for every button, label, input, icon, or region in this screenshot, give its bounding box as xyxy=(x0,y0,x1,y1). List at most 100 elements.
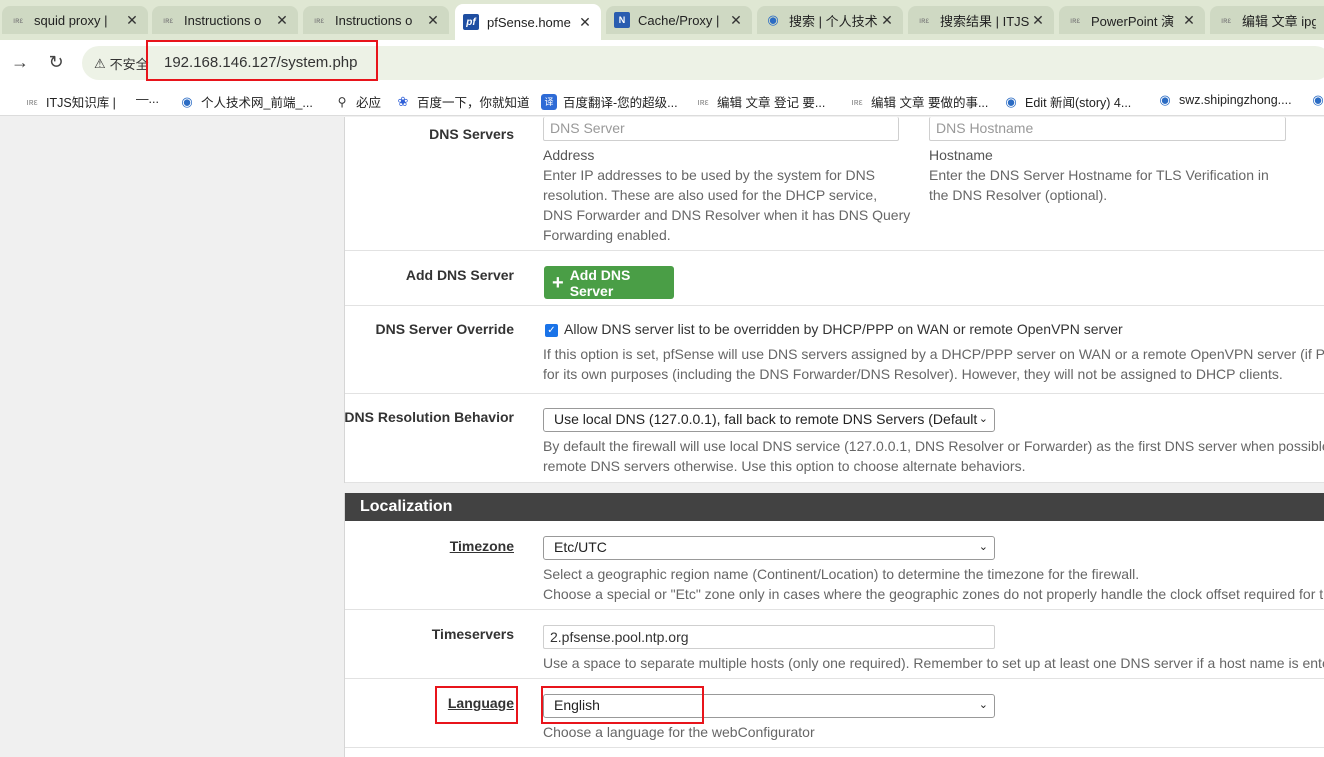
bookmark-item[interactable]: ıʀε 编辑 文章 登记 要... xyxy=(695,92,825,111)
translate-icon: 译 xyxy=(541,93,557,110)
dns-resolution-help: By default the firewall will use local D… xyxy=(543,436,1324,476)
pfsense-favicon-icon: pf xyxy=(463,14,479,30)
bookmark-label: swz.shipingzhong.... xyxy=(1179,93,1292,107)
browser-tab[interactable]: ıʀε 编辑 文章 ipgu xyxy=(1210,6,1324,34)
globe-icon: ◉ xyxy=(1312,92,1324,107)
itjs-favicon-icon: ıʀε xyxy=(162,15,174,25)
timezone-row: Timezone Etc/UTC ⌄ Select a geographic r… xyxy=(345,521,1324,610)
bookmark-item[interactable]: ◉ 个人技术网_前端_... xyxy=(179,92,313,111)
bookmark-label: —... xyxy=(136,92,159,106)
dns-resolution-label: DNS Resolution Behavior xyxy=(344,409,514,425)
dns-resolution-select[interactable]: Use local DNS (127.0.0.1), fall back to … xyxy=(543,408,995,432)
close-tab-icon[interactable]: ✕ xyxy=(425,12,441,29)
add-dns-server-button[interactable]: + Add DNS Server xyxy=(544,266,674,299)
dns-resolution-selected: Use local DNS (127.0.0.1), fall back to … xyxy=(554,411,978,427)
timezone-select[interactable]: Etc/UTC ⌄ xyxy=(543,536,995,560)
timeservers-input[interactable]: 2.pfsense.pool.ntp.org xyxy=(543,625,995,649)
bookmark-item[interactable]: ıʀε 编辑 文章 要做的事... xyxy=(849,92,988,111)
browser-tab[interactable]: ıʀε PowerPoint 演 ✕ xyxy=(1059,6,1205,34)
tab-title: Cache/Proxy | xyxy=(638,12,720,28)
dns-hostname-input[interactable]: DNS Hostname xyxy=(929,117,1286,141)
bookmark-item[interactable]: ◉ Edit 新闻(story) 4... xyxy=(1003,92,1131,111)
browser-tab-strip: ıʀε squid proxy | ✕ ıʀε Instructions o ✕… xyxy=(0,0,1324,40)
bookmark-label: 百度翻译-您的超级... xyxy=(563,96,678,110)
address-help-text: Enter IP addresses to be used by the sys… xyxy=(543,165,913,245)
browser-tab[interactable]: ıʀε 搜索结果 | ITJS ✕ xyxy=(908,6,1054,34)
bookmark-item[interactable]: ◉ xyxy=(1310,92,1324,108)
tab-title: Instructions o xyxy=(335,12,413,28)
language-select-highlight-box xyxy=(541,686,704,724)
itjs-favicon-icon: ıʀε xyxy=(313,15,325,25)
chevron-down-icon: ⌄ xyxy=(978,699,988,711)
dns-override-checkbox[interactable]: ✓ xyxy=(545,324,558,337)
security-indicator[interactable]: ⚠ 不安全 xyxy=(94,54,149,73)
bookmark-label: Edit 新闻(story) 4... xyxy=(1025,96,1132,110)
forward-arrow-icon[interactable]: → xyxy=(9,52,31,73)
bookmark-label: 百度一下，你就知道 xyxy=(417,96,530,110)
browser-tab-active[interactable]: pf pfSense.home ✕ xyxy=(455,4,601,40)
close-tab-icon[interactable]: ✕ xyxy=(577,14,593,31)
itjs-favicon-icon: ıʀε xyxy=(851,96,863,107)
bookmark-item[interactable]: —... xyxy=(136,92,159,106)
add-dns-server-label: Add DNS Server xyxy=(405,267,514,283)
hostname-caption: Hostname xyxy=(929,147,993,163)
close-tab-icon[interactable]: ✕ xyxy=(1181,12,1197,29)
plus-icon: + xyxy=(552,271,564,294)
security-label: 不安全 xyxy=(109,57,149,72)
help-line: Forwarding enabled. xyxy=(543,227,671,243)
bookmark-item[interactable]: 译 百度翻译-您的超级... xyxy=(541,92,678,111)
bookmark-item[interactable]: ıʀε ITJS知识库 | xyxy=(24,92,116,111)
tab-title: pfSense.home xyxy=(487,14,571,30)
localization-section-header: Localization xyxy=(345,493,1324,521)
itjs-favicon-icon: ıʀε xyxy=(1220,15,1232,25)
help-line: Enter IP addresses to be used by the sys… xyxy=(543,167,876,183)
help-line: Select a geographic region name (Contine… xyxy=(543,566,1140,582)
bookmark-item[interactable]: ⚲ 必应 xyxy=(334,92,381,111)
browser-tab[interactable]: ıʀε Instructions o ✕ xyxy=(303,6,449,34)
add-dns-server-row: Add DNS Server + Add DNS Server xyxy=(345,251,1324,306)
tab-title: PowerPoint 演 xyxy=(1091,13,1175,29)
dns-override-checkbox-label[interactable]: Allow DNS server list to be overridden b… xyxy=(564,321,1123,337)
bookmark-item[interactable]: ❀ 百度一下，你就知道 xyxy=(395,92,530,111)
dns-servers-row: DNS Servers DNS Server DNS Hostname Addr… xyxy=(345,117,1324,251)
help-line: By default the firewall will use local D… xyxy=(543,438,1324,454)
timeservers-row: Timeservers 2.pfsense.pool.ntp.org Use a… xyxy=(345,610,1324,679)
section-gap xyxy=(344,483,1324,493)
language-label-highlight-box xyxy=(435,686,518,724)
help-line: Enter the DNS Server Hostname for TLS Ve… xyxy=(929,167,1269,183)
close-tab-icon[interactable]: ✕ xyxy=(274,12,290,29)
tab-title: 搜索结果 | ITJS xyxy=(940,13,1030,29)
browser-tab[interactable]: N Cache/Proxy | ✕ xyxy=(606,6,752,34)
close-tab-icon[interactable]: ✕ xyxy=(1030,12,1046,29)
bookmark-item[interactable]: ◉ swz.shipingzhong.... xyxy=(1157,92,1292,108)
bookmark-label: 编辑 文章 要做的事... xyxy=(871,96,989,110)
netgate-favicon-icon: N xyxy=(614,12,630,28)
browser-tab[interactable]: ıʀε squid proxy | ✕ xyxy=(2,6,148,34)
help-line: DNS Forwarder and DNS Resolver when it h… xyxy=(543,207,911,223)
dns-override-label: DNS Server Override xyxy=(375,321,514,337)
globe-icon: ◉ xyxy=(1159,92,1171,107)
close-tab-icon[interactable]: ✕ xyxy=(879,12,895,29)
dns-resolution-row: DNS Resolution Behavior Use local DNS (1… xyxy=(344,394,1324,483)
close-tab-icon[interactable]: ✕ xyxy=(728,12,744,29)
reload-icon[interactable]: ↻ xyxy=(45,52,67,73)
page-content: DNS Servers DNS Server DNS Hostname Addr… xyxy=(0,117,1324,757)
bookmark-label: ITJS知识库 | xyxy=(46,96,116,110)
help-line: the DNS Resolver (optional). xyxy=(929,187,1108,203)
bookmark-label: 必应 xyxy=(356,96,382,110)
help-line: for its own purposes (including the DNS … xyxy=(543,366,1283,382)
itjs-favicon-icon: ıʀε xyxy=(918,15,930,25)
browser-tab[interactable]: ◉ 搜索 | 个人技术 ✕ xyxy=(757,6,903,34)
baidu-paw-icon: ❀ xyxy=(397,93,409,109)
browser-tab[interactable]: ıʀε Instructions o ✕ xyxy=(152,6,298,34)
help-line: Choose a special or "Etc" zone only in c… xyxy=(543,586,1324,602)
globe-icon: ◉ xyxy=(181,93,193,109)
dns-server-address-input[interactable]: DNS Server xyxy=(543,117,899,141)
chevron-down-icon: ⌄ xyxy=(978,541,988,553)
globe-icon: ◉ xyxy=(1005,93,1017,109)
help-line: resolution. These are also used for the … xyxy=(543,187,878,203)
close-tab-icon[interactable]: ✕ xyxy=(124,12,140,29)
chevron-down-icon: ⌄ xyxy=(978,413,988,425)
timezone-label[interactable]: Timezone xyxy=(450,538,514,554)
timezone-selected: Etc/UTC xyxy=(554,539,607,555)
